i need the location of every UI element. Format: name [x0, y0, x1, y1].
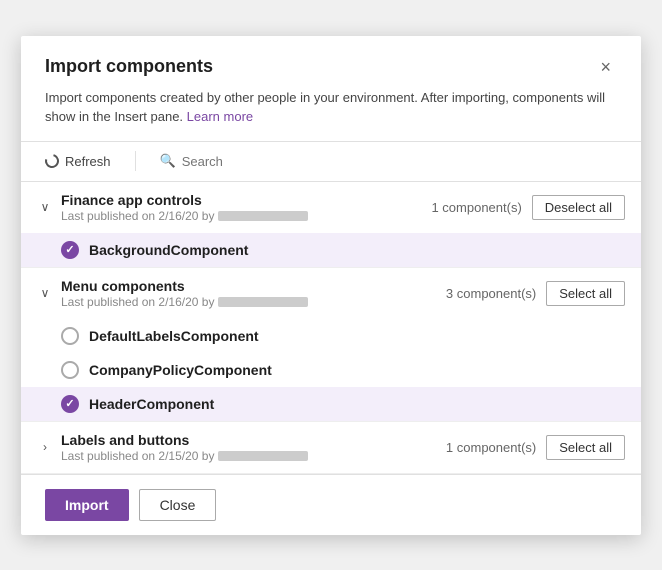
import-button[interactable]: Import: [45, 489, 129, 521]
search-icon: 🔍: [160, 153, 176, 169]
radio-unchecked-icon[interactable]: [61, 361, 79, 379]
toolbar-divider: [135, 151, 136, 171]
group-menu-info: Menu components Last published on 2/16/2…: [61, 278, 308, 309]
checkbox-checked-icon[interactable]: [61, 241, 79, 259]
group-menu-sub: Last published on 2/16/20 by: [61, 295, 308, 309]
group-finance-published: Last published on 2/16/20 by: [61, 209, 214, 223]
import-components-dialog: Import components × Import components cr…: [21, 36, 641, 535]
group-menu-published: Last published on 2/16/20 by: [61, 295, 214, 309]
close-footer-button[interactable]: Close: [139, 489, 217, 521]
group-labels-name: Labels and buttons: [61, 432, 308, 448]
group-labels-left: › Labels and buttons Last published on 2…: [37, 432, 308, 463]
group-labels-sub: Last published on 2/15/20 by: [61, 449, 308, 463]
select-all-menu-button[interactable]: Select all: [546, 281, 625, 306]
list-item[interactable]: CompanyPolicyComponent: [21, 353, 641, 387]
refresh-button[interactable]: Refresh: [45, 150, 111, 173]
close-button[interactable]: ×: [594, 56, 617, 78]
refresh-icon: [42, 151, 61, 170]
deselect-all-finance-button[interactable]: Deselect all: [532, 195, 625, 220]
component-name: HeaderComponent: [89, 396, 214, 412]
learn-more-link[interactable]: Learn more: [187, 109, 253, 124]
component-name: BackgroundComponent: [89, 242, 248, 258]
dialog-title: Import components: [45, 56, 213, 77]
radio-unchecked-icon[interactable]: [61, 327, 79, 345]
toolbar: Refresh 🔍: [21, 141, 641, 182]
chevron-down-icon[interactable]: ∨: [37, 200, 53, 214]
group-menu-right: 3 component(s) Select all: [446, 281, 625, 306]
group-labels: › Labels and buttons Last published on 2…: [21, 422, 641, 474]
group-finance-sub: Last published on 2/16/20 by: [61, 209, 308, 223]
component-name: DefaultLabelsComponent: [89, 328, 259, 344]
group-labels-published: Last published on 2/15/20 by: [61, 449, 214, 463]
group-finance-header: ∨ Finance app controls Last published on…: [21, 182, 641, 233]
group-menu-left: ∨ Menu components Last published on 2/16…: [37, 278, 308, 309]
dialog-header: Import components ×: [21, 36, 641, 88]
chevron-down-icon[interactable]: ∨: [37, 286, 53, 300]
group-menu: ∨ Menu components Last published on 2/16…: [21, 268, 641, 422]
refresh-label: Refresh: [65, 154, 111, 169]
group-finance-left: ∨ Finance app controls Last published on…: [37, 192, 308, 223]
group-labels-right: 1 component(s) Select all: [446, 435, 625, 460]
chevron-right-icon[interactable]: ›: [37, 440, 53, 454]
group-labels-header: › Labels and buttons Last published on 2…: [21, 422, 641, 473]
group-menu-count: 3 component(s): [446, 286, 536, 301]
checkbox-checked-icon[interactable]: [61, 395, 79, 413]
group-finance-info: Finance app controls Last published on 2…: [61, 192, 308, 223]
description-text: Import components created by other peopl…: [45, 90, 605, 125]
group-finance: ∨ Finance app controls Last published on…: [21, 182, 641, 268]
group-menu-name: Menu components: [61, 278, 308, 294]
dialog-footer: Import Close: [21, 474, 641, 535]
group-finance-count: 1 component(s): [431, 200, 521, 215]
list-item[interactable]: DefaultLabelsComponent: [21, 319, 641, 353]
search-input[interactable]: [182, 154, 358, 169]
list-item[interactable]: HeaderComponent: [21, 387, 641, 421]
group-menu-header: ∨ Menu components Last published on 2/16…: [21, 268, 641, 319]
search-area: 🔍: [160, 153, 358, 169]
list-item[interactable]: BackgroundComponent: [21, 233, 641, 267]
group-labels-author: [218, 451, 308, 461]
dialog-description: Import components created by other peopl…: [21, 88, 641, 141]
group-menu-author: [218, 297, 308, 307]
select-all-labels-button[interactable]: Select all: [546, 435, 625, 460]
component-name: CompanyPolicyComponent: [89, 362, 272, 378]
group-finance-name: Finance app controls: [61, 192, 308, 208]
group-finance-right: 1 component(s) Deselect all: [431, 195, 625, 220]
group-labels-count: 1 component(s): [446, 440, 536, 455]
group-finance-author: [218, 211, 308, 221]
content-area: ∨ Finance app controls Last published on…: [21, 182, 641, 474]
group-labels-info: Labels and buttons Last published on 2/1…: [61, 432, 308, 463]
